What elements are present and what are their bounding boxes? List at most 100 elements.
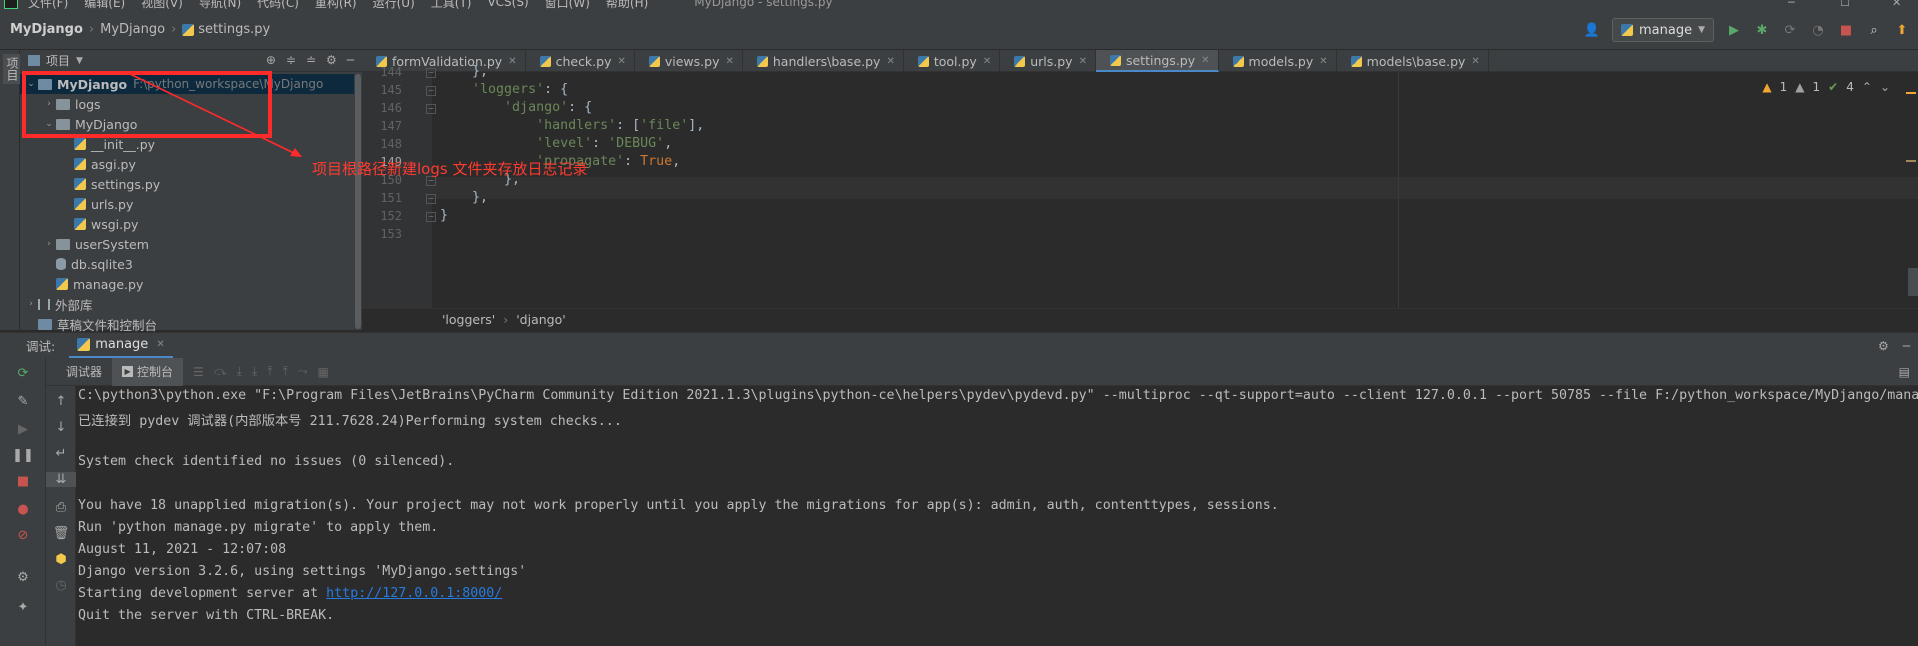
code-line-152[interactable]: } (440, 208, 448, 223)
fold-marker-icon[interactable]: − (426, 194, 436, 204)
history-icon[interactable]: ◷ (46, 578, 76, 593)
arrow-down-icon[interactable]: ↓ (46, 420, 76, 435)
tree-item-folder[interactable]: › userSystem (20, 234, 149, 254)
close-icon[interactable]: ✕ (1079, 56, 1087, 67)
chevron-down-icon[interactable]: ▼ (76, 56, 83, 66)
chevron-right-icon[interactable]: › (42, 239, 56, 249)
menu-help[interactable]: 帮助(H) (606, 0, 648, 10)
rerun-icon[interactable]: ⟳ (0, 366, 46, 381)
scroll-to-end-icon[interactable]: ⇊ (46, 472, 76, 487)
close-icon[interactable]: ✕ (725, 56, 733, 67)
fold-marker-icon[interactable]: − (426, 86, 436, 96)
breadcrumb-loggers[interactable]: 'loggers' (442, 312, 495, 327)
code-line-144[interactable]: }, (440, 64, 488, 79)
breadcrumb-package[interactable]: MyDjango (100, 22, 165, 37)
tab-console[interactable]: ▶ 控制台 (112, 357, 184, 386)
fold-marker-icon[interactable]: − (426, 68, 436, 78)
print-icon[interactable]: ⎙ (46, 500, 76, 515)
wrench-icon[interactable]: ✎ (0, 394, 46, 409)
breadcrumb-project[interactable]: MyDjango (10, 22, 83, 37)
run-to-cursor-icon[interactable]: ⤒ (283, 364, 288, 379)
tree-item-py[interactable]: manage.py (20, 274, 143, 294)
maximize-icon[interactable]: ☐ (1840, 0, 1850, 9)
locate-icon[interactable]: ⊕ (266, 53, 276, 67)
soft-wrap-icon[interactable]: ↵ (46, 446, 76, 461)
debug-icon[interactable]: ✱ (1754, 22, 1770, 38)
collapse-all-icon[interactable]: ≐ (306, 53, 316, 67)
pause-icon[interactable]: ❚❚ (0, 448, 46, 463)
profile-icon[interactable]: ◔ (1810, 22, 1826, 38)
close-icon[interactable]: ✕ (1471, 56, 1479, 67)
tree-item-lib[interactable]: › 外部库 (20, 294, 92, 314)
stop-icon[interactable]: ■ (0, 474, 46, 489)
tree-item-db[interactable]: db.sqlite3 (20, 254, 133, 274)
error-stripe-marker[interactable] (1906, 160, 1916, 162)
tab-debugger[interactable]: 调试器 (56, 358, 112, 386)
minimize-icon[interactable]: ─ (1788, 0, 1795, 9)
expand-all-icon[interactable]: ≑ (286, 53, 296, 67)
trash-icon[interactable]: 🗑 (46, 526, 76, 541)
hide-icon[interactable]: ─ (347, 53, 354, 67)
arrow-up-icon[interactable]: ↑ (46, 394, 76, 409)
fold-marker-icon[interactable]: − (426, 212, 436, 222)
pin-icon[interactable]: ✦ (0, 600, 46, 615)
editor-tab[interactable]: handlers\base.py ✕ (743, 50, 904, 72)
project-scrollbar[interactable] (354, 72, 362, 330)
menu-view[interactable]: 视图(V) (141, 0, 183, 10)
editor-tab[interactable]: urls.py ✕ (1000, 50, 1096, 72)
inspection-widget[interactable]: ▲ 1 ▲ 1 ✔ 4 ⌃ ⌄ (1762, 80, 1890, 94)
close-window-icon[interactable]: ✕ (1892, 0, 1901, 9)
step-out-icon[interactable]: ⤒ (267, 364, 272, 379)
evaluate-icon[interactable]: ⤳ (298, 364, 308, 379)
table-icon[interactable]: ▦ (317, 365, 328, 379)
resume-icon[interactable]: ▶ (0, 422, 46, 437)
gear-icon[interactable]: ⚙ (1878, 339, 1889, 353)
close-icon[interactable]: ✕ (156, 339, 164, 350)
debug-console-output[interactable]: C:\python3\python.exe "F:\Program Files\… (76, 386, 1918, 646)
close-icon[interactable]: ✕ (886, 56, 894, 67)
tree-item-py[interactable]: settings.py (20, 174, 160, 194)
editor-tab[interactable]: views.py ✕ (635, 50, 743, 72)
user-icon[interactable]: 👤 (1584, 22, 1600, 38)
editor-scrollbar[interactable] (1908, 268, 1918, 296)
code-editor[interactable]: 144 145 146 147 148 149 150 151 152 153− − − − − − }, … (362, 64, 1918, 308)
menu-vcs[interactable]: VCS(S) (487, 0, 528, 9)
stop-icon[interactable]: ■ (1838, 22, 1854, 38)
menu-navigate[interactable]: 导航(N) (199, 0, 241, 10)
close-icon[interactable]: ✕ (508, 56, 516, 67)
tree-item-py[interactable]: wsgi.py (20, 214, 138, 234)
close-icon[interactable]: ✕ (983, 56, 991, 67)
step-into-my-code-icon[interactable]: ⤓ (252, 364, 257, 379)
code-line-151[interactable]: }, (440, 190, 488, 205)
menu-file[interactable]: 文件(F) (28, 0, 68, 10)
close-icon[interactable]: ✕ (617, 56, 625, 67)
breakpoints-icon[interactable]: ● (0, 502, 46, 517)
menu-run[interactable]: 运行(U) (373, 0, 415, 10)
project-view-selector[interactable]: 项目 (46, 52, 70, 69)
close-icon[interactable]: ✕ (1201, 55, 1209, 66)
editor-tab[interactable]: settings.py ✕ (1095, 50, 1219, 72)
editor-tab[interactable]: tool.py ✕ (904, 50, 1001, 72)
code-line-148[interactable]: 'level': 'DEBUG', (440, 136, 672, 151)
layout-icon[interactable]: ▤ (1899, 365, 1910, 379)
run-icon[interactable]: ▶ (1726, 22, 1742, 38)
menu-edit[interactable]: 编辑(E) (84, 0, 125, 10)
search-icon[interactable]: ⌕ (1866, 22, 1882, 38)
hide-icon[interactable]: ─ (1903, 339, 1910, 353)
breadcrumb-django[interactable]: 'django' (516, 312, 565, 327)
editor-tab[interactable]: models.py ✕ (1219, 50, 1337, 72)
code-line-147[interactable]: 'handlers': ['file'], (440, 118, 704, 133)
gear-icon[interactable]: ⚙ (326, 53, 337, 67)
tree-item-py[interactable]: urls.py (20, 194, 133, 214)
tree-item-scratch[interactable]: 草稿文件和控制台 (20, 314, 157, 334)
menu-refactor[interactable]: 重构(R) (315, 0, 357, 10)
tree-item-py[interactable]: asgi.py (20, 154, 136, 174)
run-config-selector[interactable]: manage ▼ (1611, 18, 1714, 42)
editor-tab[interactable]: check.py ✕ (526, 50, 635, 72)
error-stripe-marker[interactable] (1906, 92, 1916, 94)
menu-window[interactable]: 窗口(W) (545, 0, 590, 10)
fold-marker-icon[interactable]: − (426, 104, 436, 114)
menu-code[interactable]: 代码(C) (257, 0, 299, 10)
threads-icon[interactable]: ☰ (193, 365, 204, 379)
update-icon[interactable]: ⬆ (1894, 22, 1910, 38)
